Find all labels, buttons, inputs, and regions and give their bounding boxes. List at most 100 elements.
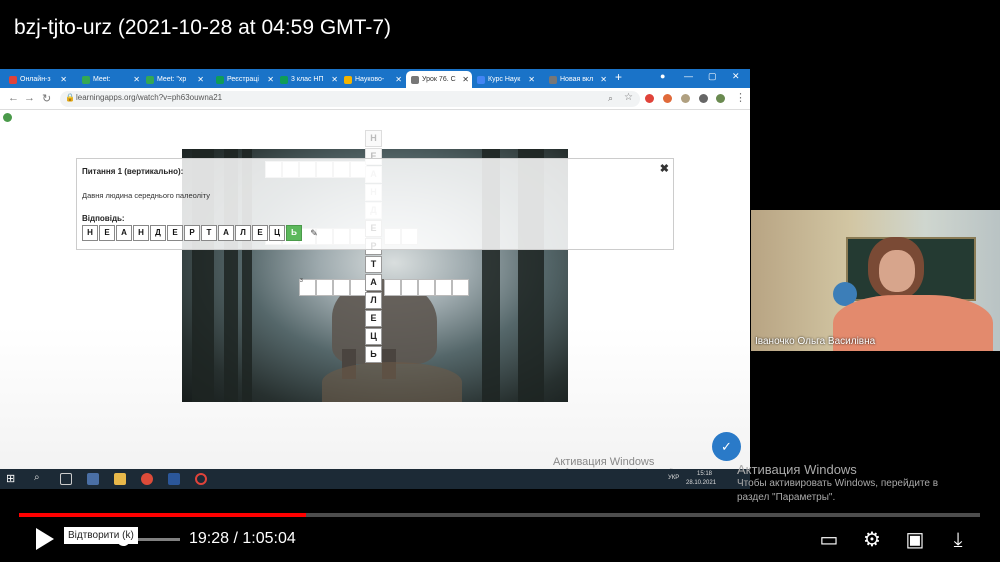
settings-gear-icon[interactable]: ⚙ <box>860 528 884 552</box>
bookmark-star-icon[interactable]: ☆ <box>624 92 633 103</box>
crossword-cell[interactable]: Н <box>365 130 382 147</box>
taskbar-language[interactable]: УКР <box>668 475 679 481</box>
answer-letter-box[interactable]: Л <box>235 225 251 241</box>
forward-icon[interactable]: → <box>24 92 35 104</box>
new-tab-button[interactable]: + <box>615 70 622 84</box>
tab-close-icon[interactable]: ✕ <box>267 71 274 88</box>
crossword-cell[interactable]: Т <box>365 256 382 273</box>
windows-activation-watermark-large: Активация Windows Чтобы активировать Win… <box>737 462 939 503</box>
crossword-cell[interactable] <box>401 279 418 296</box>
tab-label: Онлайн-з <box>20 76 51 83</box>
crossword-cell[interactable]: Л <box>365 292 382 309</box>
browser-tab[interactable]: Новая вкл ✕ <box>544 71 610 88</box>
tab-close-icon[interactable]: ✕ <box>331 71 338 88</box>
browser-tab[interactable]: Meet: "хр ✕ <box>141 71 207 88</box>
browser-window: + ● — ▢ ✕ Онлайн-з ✕ Meet: ✕ Meet: "хр ✕ Реєст… <box>0 69 750 489</box>
search-icon[interactable]: ⌕ <box>34 472 40 483</box>
chrome-menu-icon[interactable]: ● <box>660 71 665 81</box>
miniplayer-icon[interactable]: ▣ <box>903 528 927 552</box>
tab-favicon-icon <box>9 76 17 84</box>
learningapps-check-button[interactable]: ✓ <box>712 432 741 461</box>
video-player[interactable]: bzj-tjto-urz (2021-10-28 at 04:59 GMT-7)… <box>0 0 1000 562</box>
chrome-icon[interactable] <box>141 473 153 485</box>
close-icon[interactable]: ✖ <box>660 162 669 175</box>
profile-avatar[interactable] <box>716 94 725 103</box>
word-icon[interactable] <box>168 473 180 485</box>
browser-tab[interactable]: Онлайн-з ✕ <box>4 71 70 88</box>
tab-favicon-icon <box>82 76 90 84</box>
crossword-cell[interactable] <box>384 279 401 296</box>
menu-kebab-icon[interactable]: ⋮ <box>735 91 746 104</box>
question-text: Давня людина середнього палеоліту <box>82 191 210 200</box>
play-tooltip: Відтворити (k) <box>64 527 138 544</box>
answer-letter-box[interactable]: А <box>218 225 234 241</box>
tab-close-icon[interactable]: ✕ <box>462 71 469 88</box>
zoom-icon[interactable]: ⌕ <box>608 93 613 104</box>
maximize-icon[interactable]: ▢ <box>708 71 717 82</box>
crossword-cell[interactable] <box>418 279 435 296</box>
close-window-icon[interactable]: ✕ <box>732 71 740 82</box>
answer-letter-box[interactable]: Т <box>201 225 217 241</box>
answer-input[interactable]: Н Е А Н Д Е Р Т А Л Е Ц Ь ✎ <box>82 225 322 241</box>
crossword-cell[interactable] <box>333 279 350 296</box>
task-view-icon[interactable] <box>60 473 72 485</box>
tab-favicon-icon <box>344 76 352 84</box>
url-text: learningapps.org/watch?v=ph63ouwna21 <box>76 93 223 102</box>
answer-letter-box[interactable]: Р <box>184 225 200 241</box>
fullscreen-exit-icon[interactable]: ⤓ <box>946 528 970 552</box>
answer-letter-box[interactable]: А <box>116 225 132 241</box>
back-icon[interactable]: ← <box>8 92 19 104</box>
tab-label: Новая вкл <box>560 76 594 83</box>
tab-close-icon[interactable]: ✕ <box>528 71 535 88</box>
crossword-cell[interactable] <box>435 279 452 296</box>
tab-label: Реєстраці <box>227 76 259 83</box>
answer-letter-box[interactable]: Е <box>167 225 183 241</box>
answer-letter-box[interactable]: Н <box>82 225 98 241</box>
taskbar-app-icon[interactable] <box>87 473 99 485</box>
browser-tab[interactable]: Науково- ✕ <box>339 71 405 88</box>
opera-icon[interactable] <box>195 473 207 485</box>
browser-tab[interactable]: Meet: ✕ <box>77 71 143 88</box>
extension-opera-icon[interactable] <box>645 94 654 103</box>
windows-start-icon[interactable]: ⊞ <box>6 472 15 485</box>
extension-icon[interactable] <box>681 94 690 103</box>
taskbar-date: 28.10.2021 <box>686 480 717 486</box>
answer-letter-box[interactable]: Е <box>252 225 268 241</box>
question-title: Питання 1 (вертикально): <box>82 167 184 176</box>
crossword-cell[interactable] <box>452 279 469 296</box>
tab-close-icon[interactable]: ✕ <box>60 71 67 88</box>
browser-tab[interactable]: Реєстраці ✕ <box>211 71 277 88</box>
minimize-icon[interactable]: — <box>684 71 693 81</box>
play-icon[interactable] <box>36 528 54 550</box>
question-popup: Питання 1 (вертикально): ✖ Давня людина … <box>76 158 674 250</box>
crossword-cell[interactable] <box>316 279 333 296</box>
answer-letter-box[interactable]: Е <box>99 225 115 241</box>
crossword-cell[interactable]: Ц <box>365 328 382 345</box>
answer-letter-box[interactable]: Ь <box>286 225 302 241</box>
browser-tab[interactable]: 3 клас НП ✕ <box>275 71 341 88</box>
browser-tab[interactable]: Курс Наук ✕ <box>472 71 538 88</box>
crossword-cell[interactable]: Ь <box>365 346 382 363</box>
tab-close-icon[interactable]: ✕ <box>197 71 204 88</box>
video-progress-bar[interactable] <box>19 513 980 517</box>
crossword-cell[interactable]: А <box>365 274 382 291</box>
tab-favicon-icon <box>216 76 224 84</box>
reload-icon[interactable]: ↻ <box>42 92 51 105</box>
tab-label: Курс Наук <box>488 76 521 83</box>
subtitles-icon[interactable]: ▭ <box>817 528 841 552</box>
puzzle-extensions-icon[interactable] <box>699 94 708 103</box>
tab-close-icon[interactable]: ✕ <box>133 71 140 88</box>
extension-icon[interactable] <box>663 94 672 103</box>
webcam-feed: Іваночко Ольга Василівна <box>751 210 1000 351</box>
erase-answer-icon[interactable]: ✎ <box>306 225 322 241</box>
tab-close-icon[interactable]: ✕ <box>600 71 607 88</box>
answer-letter-box[interactable]: Н <box>133 225 149 241</box>
answer-letter-box[interactable]: Д <box>150 225 166 241</box>
tab-label: 3 клас НП <box>291 76 324 83</box>
crossword-cell[interactable]: Е <box>365 310 382 327</box>
answer-label: Відповідь: <box>82 214 125 223</box>
browser-tab[interactable]: Урок 76. С ✕ <box>406 71 472 88</box>
tab-close-icon[interactable]: ✕ <box>395 71 402 88</box>
file-explorer-icon[interactable] <box>114 473 126 485</box>
answer-letter-box[interactable]: Ц <box>269 225 285 241</box>
